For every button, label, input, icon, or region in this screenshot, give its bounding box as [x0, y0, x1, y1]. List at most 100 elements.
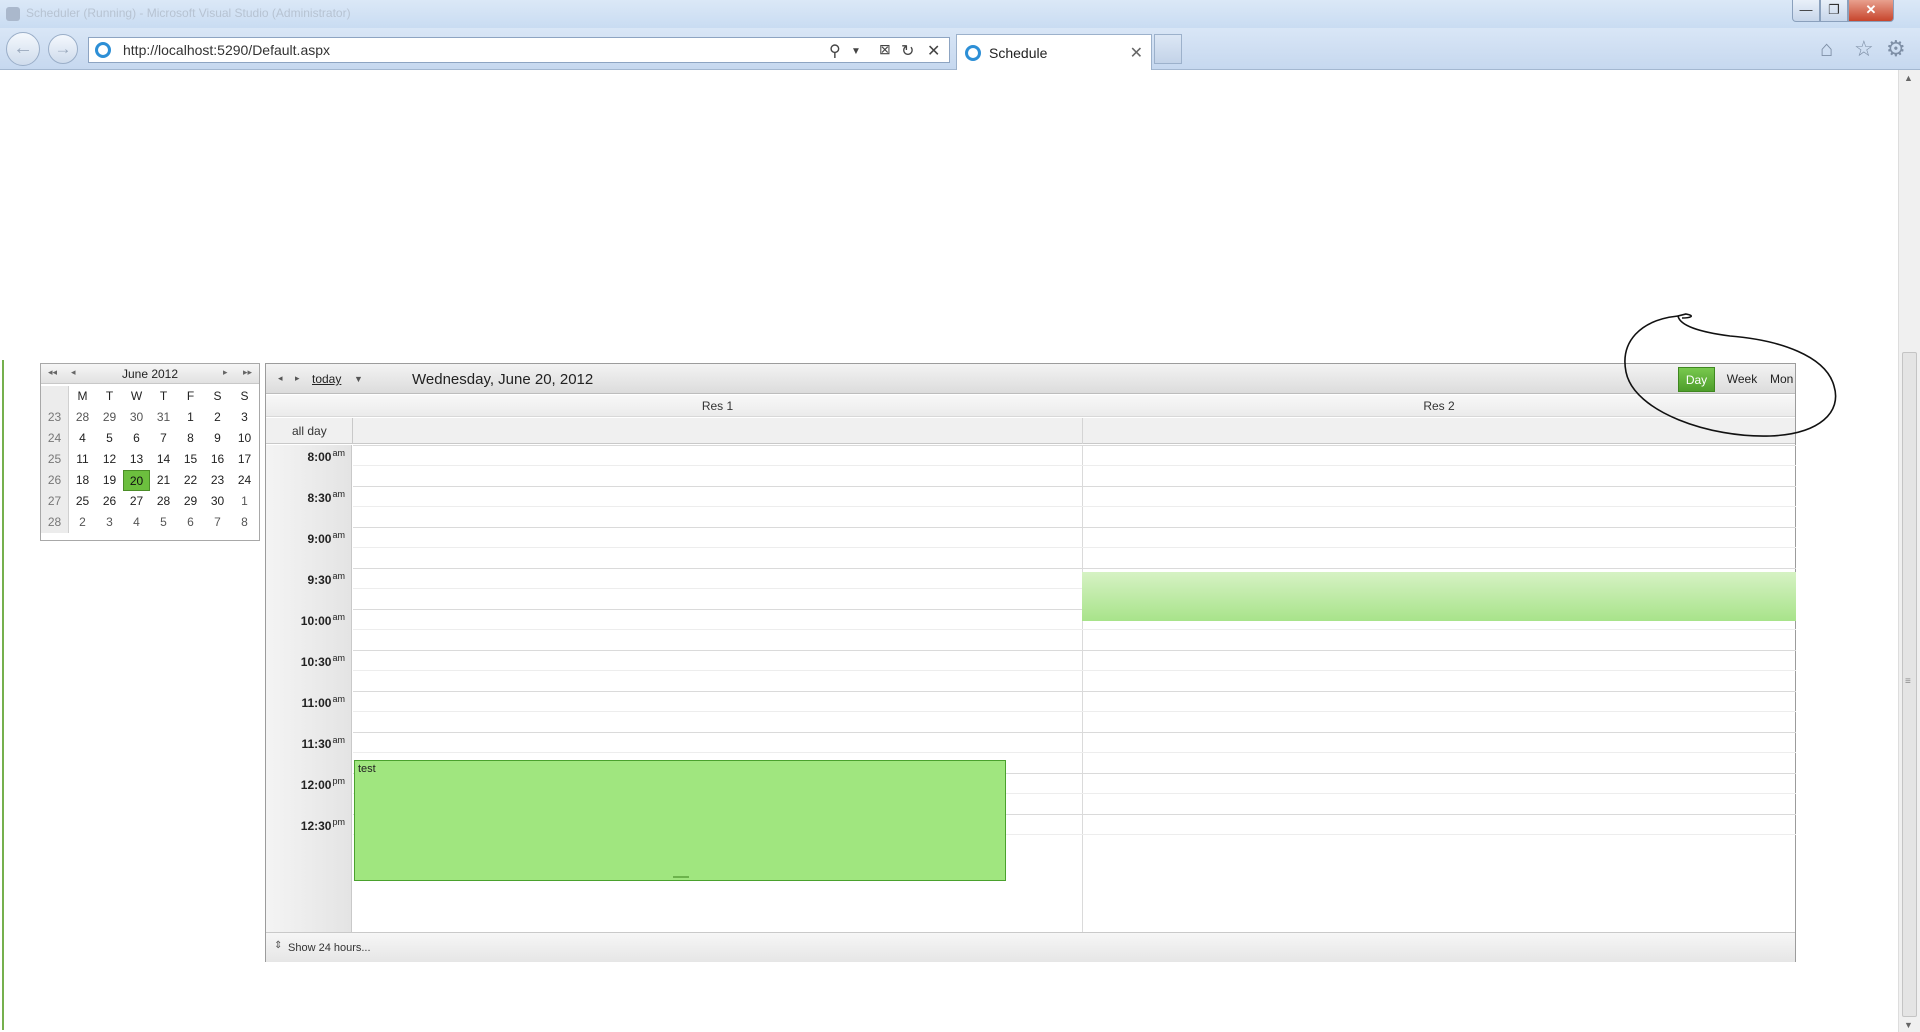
tab-schedule[interactable]: Schedule ✕	[956, 34, 1152, 70]
back-arrow-icon[interactable]: ←	[6, 32, 40, 66]
search-icon[interactable]: ⚲	[829, 41, 841, 61]
calendar-day[interactable]: 10	[231, 428, 258, 449]
week-number: 26	[41, 470, 69, 491]
time-grid[interactable]: test	[353, 445, 1796, 933]
calendar-day[interactable]: 14	[150, 449, 177, 470]
calendar-day[interactable]: 26	[96, 491, 123, 512]
scroll-down-icon[interactable]: ▼	[1904, 1020, 1913, 1030]
calendar-day[interactable]: 8	[177, 428, 204, 449]
page-scrollbar[interactable]: ▲ ≡ ▼	[1898, 70, 1920, 1032]
calendar-day[interactable]: 4	[123, 512, 150, 533]
gear-icon[interactable]: ⚙	[1886, 36, 1906, 62]
calendar-day[interactable]: 13	[123, 449, 150, 470]
day-view-button[interactable]: Day	[1678, 367, 1715, 392]
calendar-day[interactable]: 30	[204, 491, 231, 512]
calendar-day[interactable]: 3	[231, 407, 258, 428]
stop-icon[interactable]: ✕	[927, 41, 940, 61]
scroll-up-icon[interactable]: ▲	[1904, 73, 1913, 83]
time-label: 12:00pm	[301, 776, 345, 792]
calendar-day[interactable]: 7	[204, 512, 231, 533]
calendar-day[interactable]: 30	[123, 407, 150, 428]
time-label-value: 8:00	[307, 450, 332, 464]
week-number: 24	[41, 428, 69, 449]
favorites-star-icon[interactable]: ☆	[1854, 36, 1874, 62]
calendar-day[interactable]: 12	[96, 449, 123, 470]
month-view-button[interactable]: Mon	[1770, 367, 1797, 392]
time-label-ampm: am	[332, 489, 345, 499]
tab-close-icon[interactable]: ✕	[1130, 43, 1143, 63]
scheduler-footer: ⇕ Show 24 hours...	[266, 932, 1795, 962]
calendar-day-selected[interactable]: 20	[123, 470, 150, 491]
scheduler: ◂ ▸ today ▼ Wednesday, June 20, 2012 Day…	[265, 363, 1796, 962]
prev-day-icon[interactable]: ◂	[278, 373, 283, 384]
calendar-day[interactable]: 28	[69, 407, 96, 428]
calendar-day[interactable]: 4	[69, 428, 96, 449]
next-day-icon[interactable]: ▸	[295, 373, 300, 384]
scheduler-toolbar: ◂ ▸ today ▼ Wednesday, June 20, 2012 Day…	[266, 364, 1795, 394]
calendar-day[interactable]: 18	[69, 470, 96, 491]
refresh-icon[interactable]: ↻	[901, 41, 914, 61]
event-resize-handle[interactable]	[673, 876, 689, 878]
calendar-day[interactable]: 31	[150, 407, 177, 428]
calendar-day[interactable]: 8	[231, 512, 258, 533]
show-24-hours-link[interactable]: Show 24 hours...	[288, 942, 371, 954]
time-label-ampm: am	[332, 530, 345, 540]
date-picker-caret-icon[interactable]: ▼	[354, 374, 363, 384]
calendar-day[interactable]: 28	[150, 491, 177, 512]
calendar-day[interactable]: 2	[69, 512, 96, 533]
calendar-day[interactable]: 5	[150, 512, 177, 533]
week-number: 25	[41, 449, 69, 470]
calendar-day[interactable]: 19	[96, 470, 123, 491]
calendar-day[interactable]: 3	[96, 512, 123, 533]
close-window-button[interactable]: ✕	[1848, 0, 1894, 22]
calendar-day[interactable]: 24	[231, 470, 258, 491]
calendar-day[interactable]: 11	[69, 449, 96, 470]
window-title: Scheduler (Running) - Microsoft Visual S…	[26, 6, 351, 20]
home-icon[interactable]: ⌂	[1820, 36, 1833, 62]
calendar-day[interactable]: 25	[69, 491, 96, 512]
grid-line-slot	[353, 691, 1796, 692]
grid-line-slot	[353, 568, 1796, 569]
browser-navbar: ← → http://localhost:5290/Default.aspx ⚲…	[0, 28, 1920, 70]
address-bar[interactable]: http://localhost:5290/Default.aspx ⚲ ▼ ⊠…	[88, 37, 950, 63]
forward-arrow-icon[interactable]: →	[48, 34, 78, 64]
today-link[interactable]: today	[312, 372, 341, 386]
next-month-icon[interactable]: ▸	[223, 367, 228, 378]
new-tab-button[interactable]	[1154, 34, 1182, 64]
calendar-day[interactable]: 16	[204, 449, 231, 470]
calendar-day[interactable]: 1	[177, 407, 204, 428]
calendar-day[interactable]: 7	[150, 428, 177, 449]
maximize-button[interactable]: ❐	[1820, 0, 1848, 22]
app-icon	[6, 7, 20, 21]
minimize-button[interactable]: —	[1792, 0, 1820, 22]
calendar-day[interactable]: 22	[177, 470, 204, 491]
calendar-day[interactable]: 17	[231, 449, 258, 470]
calendar-day[interactable]: 27	[123, 491, 150, 512]
event-res2[interactable]	[1082, 572, 1796, 621]
mini-calendar-header: ◂◂ ◂ June 2012 ▸ ▸▸	[41, 364, 259, 384]
calendar-day[interactable]: 15	[177, 449, 204, 470]
all-day-row[interactable]: all day	[266, 418, 1795, 444]
next-year-icon[interactable]: ▸▸	[243, 367, 252, 378]
calendar-day[interactable]: 9	[204, 428, 231, 449]
grid-line-half	[353, 711, 1796, 712]
week-view-button[interactable]: Week	[1722, 367, 1762, 392]
time-label-ampm: am	[332, 694, 345, 704]
time-label-ampm: pm	[332, 776, 345, 786]
calendar-day[interactable]: 1	[231, 491, 258, 512]
calendar-day[interactable]: 6	[177, 512, 204, 533]
calendar-day[interactable]: 23	[204, 470, 231, 491]
calendar-day[interactable]: 6	[123, 428, 150, 449]
time-label: 10:00am	[301, 612, 345, 628]
dropdown-arrow-icon[interactable]: ▼	[851, 46, 861, 57]
compat-icon[interactable]: ⊠	[879, 41, 891, 58]
calendar-day[interactable]: 29	[177, 491, 204, 512]
calendar-day[interactable]: 29	[96, 407, 123, 428]
grid-line-half	[353, 752, 1796, 753]
url-text[interactable]: http://localhost:5290/Default.aspx	[123, 42, 330, 58]
calendar-day[interactable]: 21	[150, 470, 177, 491]
expand-hours-icon[interactable]: ⇕	[274, 940, 282, 951]
calendar-day[interactable]: 5	[96, 428, 123, 449]
event-test[interactable]: test	[354, 760, 1006, 881]
calendar-day[interactable]: 2	[204, 407, 231, 428]
